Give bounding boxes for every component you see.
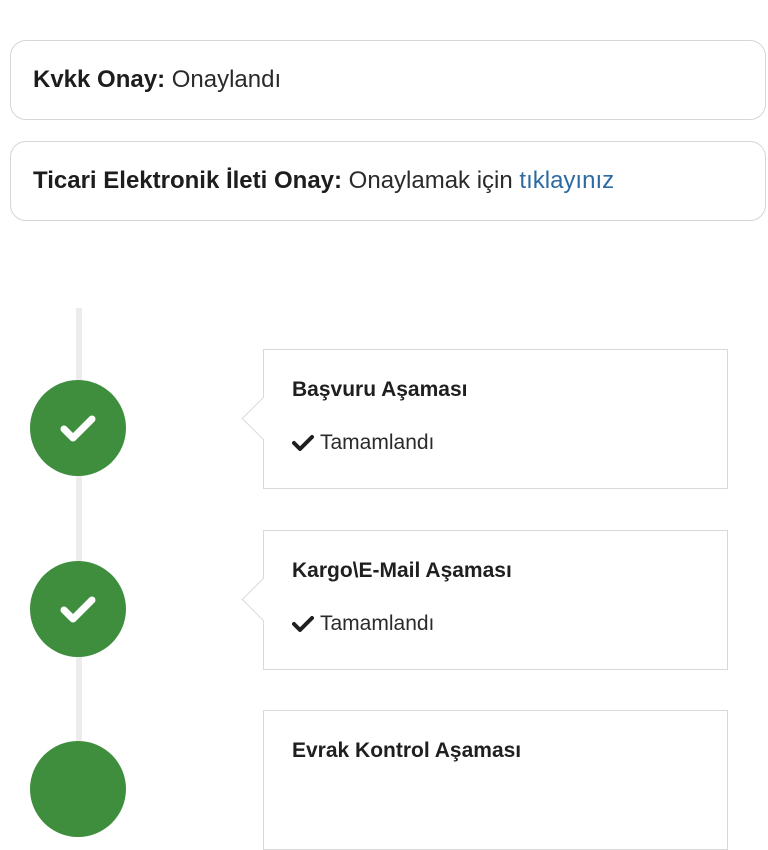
timeline-line bbox=[76, 308, 82, 778]
check-icon bbox=[60, 596, 96, 623]
kvkk-consent-value: Onaylandı bbox=[171, 66, 282, 93]
step-complete-indicator bbox=[30, 741, 126, 837]
kvkk-consent-box: Kvkk Onay: Onaylandı bbox=[10, 40, 766, 120]
step-card-shipping-email: Kargo\E-Mail Aşaması Tamamlandı bbox=[241, 530, 728, 670]
step-complete-indicator bbox=[30, 380, 126, 476]
step-title: Kargo\E-Mail Aşaması bbox=[292, 559, 512, 582]
step-card-document-check: Evrak Kontrol Aşaması bbox=[263, 710, 728, 850]
step-title: Başvuru Aşaması bbox=[292, 378, 468, 401]
step-status: Tamamlandı bbox=[292, 431, 434, 455]
check-icon bbox=[292, 435, 314, 451]
step-status-text: Tamamlandı bbox=[320, 431, 435, 454]
step-card-pointer bbox=[241, 577, 286, 622]
commercial-message-consent-link[interactable]: tıklayınız bbox=[519, 167, 614, 195]
step-card-application: Başvuru Aşaması Tamamlandı bbox=[241, 349, 728, 489]
commercial-message-consent-label: Ticari Elektronik İleti Onay: bbox=[33, 167, 342, 194]
commercial-message-consent-box: Ticari Elektronik İleti Onay: Onaylamak … bbox=[10, 141, 766, 221]
step-status-text: Tamamlandı bbox=[320, 612, 435, 635]
check-icon bbox=[292, 616, 314, 632]
check-icon bbox=[60, 415, 96, 442]
step-title: Evrak Kontrol Aşaması bbox=[292, 739, 522, 762]
step-complete-indicator bbox=[30, 561, 126, 657]
kvkk-consent-label: Kvkk Onay: bbox=[33, 66, 166, 93]
step-card-pointer bbox=[241, 396, 286, 441]
step-status: Tamamlandı bbox=[292, 612, 434, 636]
commercial-message-consent-value: Onaylamak için bbox=[348, 167, 513, 194]
